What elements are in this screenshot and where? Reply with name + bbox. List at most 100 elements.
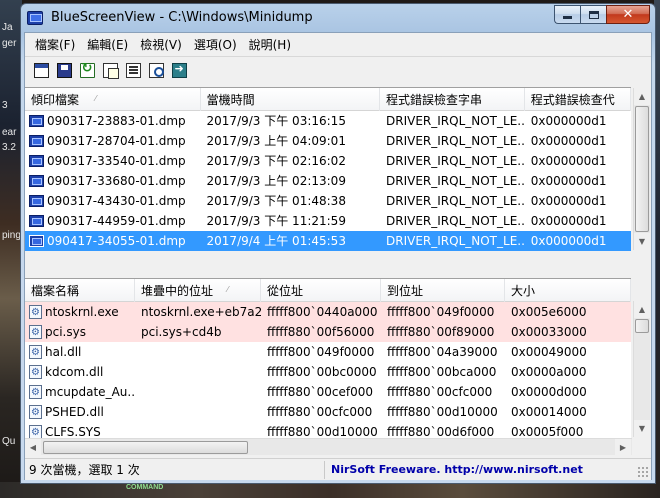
dump-row[interactable]: 090417-34055-01.dmp 2017/9/4 上午 01:45:53 D…: [25, 231, 631, 251]
driver-cell-text: fffff800`049f0000: [267, 345, 375, 359]
exit-button[interactable]: [168, 60, 190, 82]
properties-icon: [33, 63, 49, 78]
driver-cell-stack: pci.sys+cd4b: [135, 322, 261, 342]
driver-cell-from: fffff800`049f0000: [261, 342, 381, 362]
column-file-name[interactable]: 檔案名稱: [25, 279, 135, 302]
scroll-down-icon[interactable]: ▼: [634, 233, 650, 250]
dump-row[interactable]: 090317-33680-01.dmp 2017/9/3 上午 02:13:09 D…: [25, 171, 631, 191]
driver-row[interactable]: PSHED.dll fffff880`00cfc000 fffff880`00d10…: [25, 402, 631, 422]
driver-row[interactable]: hal.dll fffff800`049f0000 fffff800`04a3900…: [25, 342, 631, 362]
driver-row[interactable]: ntoskrnl.exe ntoskrnl.exe+eb7a2 fffff800`0…: [25, 302, 631, 322]
column-crash-time[interactable]: 當機時間: [201, 88, 381, 111]
scrollbar-thumb[interactable]: [635, 106, 649, 232]
dump-cell-text: 0x000000d1: [530, 194, 607, 208]
dump-cell-time: 2017/9/3 下午 03:16:15: [201, 111, 380, 131]
dump-row[interactable]: 090317-33540-01.dmp 2017/9/3 下午 02:16:02 D…: [25, 151, 631, 171]
pane-splitter[interactable]: [25, 251, 651, 278]
column-bugcheck-code[interactable]: 程式錯誤檢查代: [525, 88, 631, 111]
dump-cell-code: 0x000000d1: [525, 211, 631, 231]
desktop-label: ear: [2, 127, 17, 138]
driver-list-scrollbar[interactable]: ▲ ▼: [633, 301, 650, 437]
dump-row[interactable]: 090317-28704-01.dmp 2017/9/3 上午 04:09:01 D…: [25, 131, 631, 151]
hscrollbar-thumb[interactable]: [43, 441, 248, 454]
find-button[interactable]: [145, 60, 167, 82]
scroll-down-icon[interactable]: ▼: [634, 420, 650, 437]
column-to-address[interactable]: 到位址: [381, 279, 505, 302]
driver-cell-text: fffff800`049f0000: [387, 305, 495, 319]
window-title: BlueScreenView - C:\Windows\Minidump: [51, 10, 313, 25]
menu-help[interactable]: 說明(H): [243, 34, 297, 55]
dump-cell-time: 2017/9/3 上午 04:09:01: [201, 131, 380, 151]
scroll-up-icon[interactable]: ▲: [634, 88, 650, 105]
copy-icon: [102, 63, 119, 79]
dump-row[interactable]: 090317-43430-01.dmp 2017/9/3 下午 01:48:38 D…: [25, 191, 631, 211]
driver-file-icon: [29, 343, 42, 362]
driver-cell-text: 0x0000d000: [511, 385, 587, 399]
driver-cell-to: fffff880`00d10000: [381, 402, 505, 422]
save-button[interactable]: [53, 60, 75, 82]
column-from-address[interactable]: 從位址: [261, 279, 381, 302]
driver-row[interactable]: mcupdate_Au... fffff880`00cef000 fffff880`…: [25, 382, 631, 402]
column-bugcheck-string[interactable]: 程式錯誤檢查字串: [380, 88, 525, 111]
dump-list-scrollbar[interactable]: ▲ ▼: [633, 88, 650, 250]
column-divider-icon: ⁄: [227, 285, 229, 294]
driver-cell-name: ntoskrnl.exe: [25, 302, 135, 322]
minidump-icon: [29, 135, 44, 147]
caption-buttons: ✕: [554, 5, 650, 24]
scrollbar-thumb[interactable]: [635, 319, 649, 333]
driver-cell-stack: [135, 362, 261, 382]
menu-file[interactable]: 檔案(F): [29, 34, 81, 55]
column-label: 堆疊中的位址: [141, 284, 214, 298]
driver-cell-text: 0x005e6000: [511, 305, 587, 319]
dump-cell-text: 2017/9/3 上午 04:09:01: [206, 134, 346, 148]
menu-edit[interactable]: 編輯(E): [81, 34, 134, 55]
dump-row[interactable]: 090317-44959-01.dmp 2017/9/3 下午 11:21:59 D…: [25, 211, 631, 231]
driver-list-header: 檔案名稱 堆疊中的位址 ⁄ 從位址 到位址 大小: [25, 279, 631, 302]
column-stack-address[interactable]: 堆疊中的位址 ⁄: [135, 279, 261, 302]
driver-row[interactable]: pci.sys pci.sys+cd4b fffff880`00f56000 ffff…: [25, 322, 631, 342]
scroll-right-icon[interactable]: ▶: [615, 439, 631, 456]
menu-view[interactable]: 檢視(V): [134, 34, 188, 55]
driver-cell-stack: ntoskrnl.exe+eb7a2: [135, 302, 261, 322]
driver-cell-text: 0x00049000: [511, 345, 587, 359]
driver-row[interactable]: CLFS.SYS fffff880`00d10000 fffff880`00d6f0…: [25, 422, 631, 438]
resize-grip-icon[interactable]: [637, 466, 649, 478]
column-dump-file[interactable]: 傾印檔案 ⁄: [25, 88, 201, 111]
minimize-button[interactable]: [554, 5, 580, 24]
driver-cell-text: fffff800`00bc0000: [267, 365, 377, 379]
driver-cell-text: fffff880`00cfc000: [267, 405, 373, 419]
title-bar[interactable]: BlueScreenView - C:\Windows\Minidump ✕: [21, 4, 655, 32]
maximize-button[interactable]: [580, 5, 606, 24]
app-icon[interactable]: [27, 11, 43, 25]
minidump-icon: [29, 115, 44, 127]
dump-cell-text: DRIVER_IRQL_NOT_LE...: [386, 234, 525, 248]
driver-cell-name: kdcom.dll: [25, 362, 135, 382]
nirsoft-link[interactable]: NirSoft Freeware. http://www.nirsoft.net: [325, 463, 583, 476]
driver-list-hscrollbar[interactable]: ◀ ▶: [25, 438, 632, 456]
html-report-button[interactable]: [122, 60, 144, 82]
driver-cell-size: 0x0000a000: [505, 362, 631, 382]
column-size[interactable]: 大小: [505, 279, 631, 302]
desktop-background-left: Ja ger 3 ear 3.2 ping Qu: [0, 0, 22, 498]
menu-options[interactable]: 選項(O): [188, 34, 243, 55]
dump-row[interactable]: 090317-23883-01.dmp 2017/9/3 下午 03:16:15 D…: [25, 111, 631, 131]
driver-cell-text: fffff800`04a39000: [387, 345, 498, 359]
desktop-background-bottom: COMMAND: [0, 482, 660, 498]
driver-cell-text: hal.dll: [45, 345, 82, 359]
scroll-left-icon[interactable]: ◀: [25, 439, 41, 456]
driver-cell-text: ntoskrnl.exe: [45, 305, 119, 319]
desktop-label: Qu: [2, 436, 16, 447]
copy-button[interactable]: [99, 60, 121, 82]
column-label: 到位址: [387, 284, 424, 298]
refresh-button[interactable]: [76, 60, 98, 82]
dump-cell-time: 2017/9/3 下午 02:16:02: [201, 151, 380, 171]
properties-button[interactable]: [30, 60, 52, 82]
driver-cell-text: fffff800`0440a000: [267, 305, 378, 319]
driver-list[interactable]: 檔案名稱 堆疊中的位址 ⁄ 從位址 到位址 大小 ntoskrnl.exento…: [25, 278, 631, 438]
close-button[interactable]: ✕: [606, 5, 650, 24]
driver-row[interactable]: kdcom.dll fffff800`00bc0000 fffff800`00bca…: [25, 362, 631, 382]
scroll-up-icon[interactable]: ▲: [634, 301, 650, 318]
dump-list[interactable]: 傾印檔案 ⁄ 當機時間 程式錯誤檢查字串 程式錯誤檢查代 090317-2388…: [25, 87, 631, 251]
dump-cell-file: 090317-33540-01.dmp: [25, 151, 201, 171]
dump-cell-text: DRIVER_IRQL_NOT_LE...: [386, 174, 525, 188]
